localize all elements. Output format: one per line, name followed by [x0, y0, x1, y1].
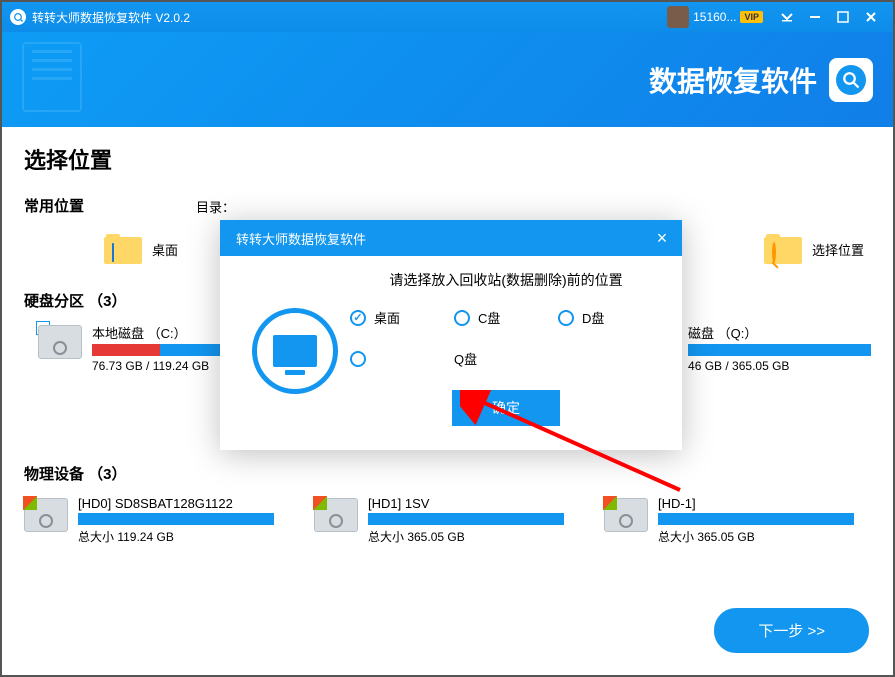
phys-hd1-bar	[368, 513, 564, 525]
banner: 数据恢复软件	[2, 32, 893, 127]
dir-label: 目录：	[196, 197, 235, 216]
banner-title: 数据恢复软件	[649, 60, 817, 100]
hdd-icon	[314, 498, 358, 532]
hdd-icon	[24, 498, 68, 532]
banner-logo	[829, 58, 873, 102]
close-button[interactable]	[857, 2, 885, 32]
dialog: 转转大师数据恢复软件 × 请选择放入回收站(数据删除)前的位置 ✓ 桌面	[220, 220, 682, 450]
common-choose-label: 选择位置	[812, 240, 864, 259]
username[interactable]: 15160...	[693, 10, 736, 24]
monitor-icon	[273, 335, 317, 367]
common-desktop[interactable]: 桌面	[104, 234, 178, 264]
disk-q-bar	[688, 344, 871, 356]
phys-hd0[interactable]: [HD0] SD8SBAT128G1122 总大小 119.24 GB	[24, 496, 274, 545]
confirm-button[interactable]: 确定	[452, 390, 560, 426]
app-title: 转转大师数据恢复软件 V2.0.2	[32, 9, 190, 26]
phys-hd-1-name: [HD-1]	[658, 496, 854, 511]
phys-hd0-size: 总大小 119.24 GB	[78, 528, 274, 545]
disk-q-name: 磁盘 （Q:）	[688, 323, 871, 342]
radio-icon	[350, 351, 366, 367]
disk-q[interactable]: 磁盘 （Q:） 46 GB / 365.05 GB	[688, 323, 871, 373]
folder-desktop-icon	[104, 234, 142, 264]
option-desktop-label: 桌面	[374, 308, 400, 327]
phys-hd-1-bar	[658, 513, 854, 525]
next-button[interactable]: 下一步 >>	[714, 608, 869, 653]
phys-hd0-bar	[78, 513, 274, 525]
option-q[interactable]	[350, 349, 454, 368]
phys-hd0-name: [HD0] SD8SBAT128G1122	[78, 496, 274, 511]
page-title: 选择位置	[24, 143, 871, 175]
dialog-title: 转转大师数据恢复软件	[236, 229, 366, 248]
option-q-label: Q盘	[454, 349, 477, 368]
hdd-icon	[38, 325, 82, 359]
hdd-icon	[604, 498, 648, 532]
dialog-prompt: 请选择放入回收站(数据删除)前的位置	[350, 270, 662, 290]
radio-icon	[454, 310, 470, 326]
user-avatar[interactable]	[667, 6, 689, 28]
option-c[interactable]: C盘	[454, 308, 558, 327]
option-desktop[interactable]: ✓ 桌面	[350, 308, 454, 327]
dialog-icon	[240, 308, 350, 426]
radio-selected-icon: ✓	[350, 310, 366, 326]
folder-search-icon	[764, 234, 802, 264]
physical-section-label: 物理设备 （3）	[24, 463, 871, 484]
option-d-label: D盘	[582, 308, 604, 327]
app-icon	[10, 9, 26, 25]
option-c-label: C盘	[478, 308, 500, 327]
titlebar: 转转大师数据恢复软件 V2.0.2 15160... VIP	[2, 2, 893, 32]
option-d[interactable]: D盘	[558, 308, 662, 327]
phys-hd-1-size: 总大小 365.05 GB	[658, 528, 854, 545]
dialog-close-button[interactable]: ×	[652, 228, 672, 249]
dialog-header: 转转大师数据恢复软件 ×	[220, 220, 682, 256]
radio-icon	[558, 310, 574, 326]
disk-q-size: 46 GB / 365.05 GB	[688, 359, 871, 373]
common-choose-location[interactable]: 选择位置	[764, 234, 864, 264]
minimize-button[interactable]	[801, 2, 829, 32]
common-section-label: 常用位置	[24, 195, 84, 216]
phys-hd1-name: [HD1] 1SV	[368, 496, 564, 511]
dropdown-button[interactable]	[773, 2, 801, 32]
phys-hd1[interactable]: [HD1] 1SV 总大小 365.05 GB	[314, 496, 564, 545]
phys-hd-1[interactable]: [HD-1] 总大小 365.05 GB	[604, 496, 854, 545]
common-desktop-label: 桌面	[152, 240, 178, 259]
maximize-button[interactable]	[829, 2, 857, 32]
phys-hd1-size: 总大小 365.05 GB	[368, 528, 564, 545]
vip-badge: VIP	[740, 11, 763, 23]
